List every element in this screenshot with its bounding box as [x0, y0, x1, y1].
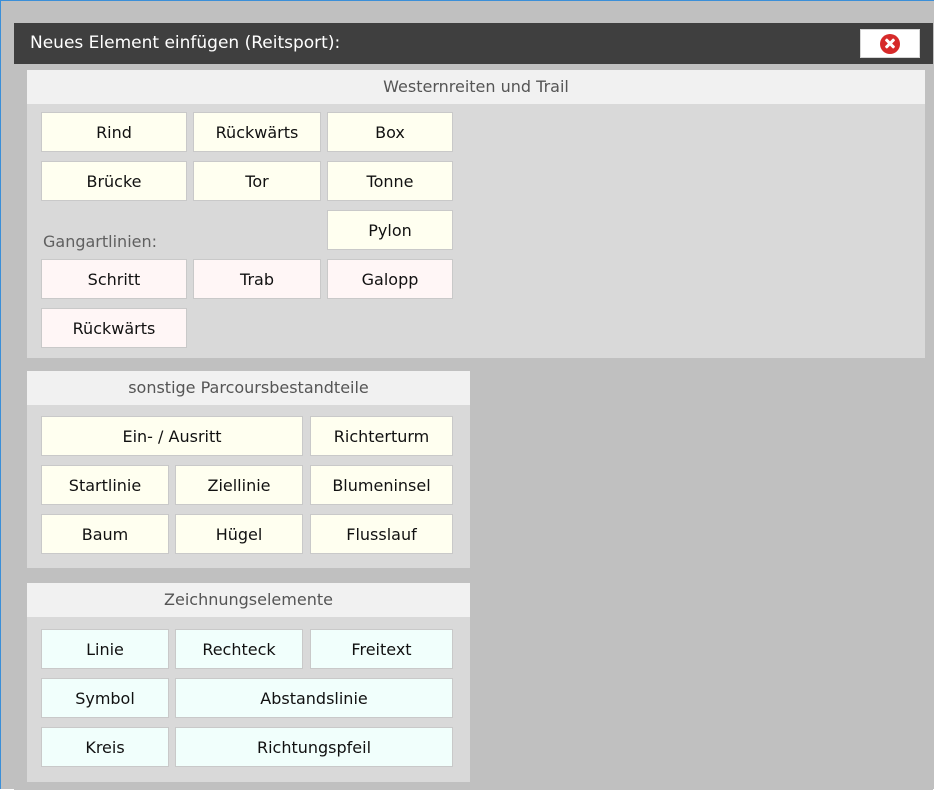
button-baum[interactable]: Baum	[41, 514, 169, 554]
gaits-label: Gangartlinien:	[43, 232, 158, 251]
close-button[interactable]	[860, 29, 920, 58]
button-huegel[interactable]: Hügel	[175, 514, 303, 554]
button-blumeninsel[interactable]: Blumeninsel	[310, 465, 453, 505]
button-trab[interactable]: Trab	[193, 259, 321, 299]
section-header-drawing: Zeichnungselemente	[27, 583, 470, 617]
dialog-content: Westernreiten und Trail Rind Rückwärts B…	[14, 64, 933, 790]
title-bar: Neues Element einfügen (Reitsport):	[14, 23, 933, 64]
button-richterturm[interactable]: Richterturm	[310, 416, 453, 456]
button-box[interactable]: Box	[327, 112, 453, 152]
button-freitext[interactable]: Freitext	[310, 629, 453, 669]
button-ein-ausritt[interactable]: Ein- / Ausritt	[41, 416, 303, 456]
button-abstandslinie[interactable]: Abstandslinie	[175, 678, 453, 718]
section-header-western: Westernreiten und Trail	[27, 70, 925, 104]
button-rueckwaerts[interactable]: Rückwärts	[193, 112, 321, 152]
button-flusslauf[interactable]: Flusslauf	[310, 514, 453, 554]
button-kreis[interactable]: Kreis	[41, 727, 169, 767]
button-bruecke[interactable]: Brücke	[41, 161, 187, 201]
button-linie[interactable]: Linie	[41, 629, 169, 669]
button-rechteck[interactable]: Rechteck	[175, 629, 303, 669]
button-richtungspfeil[interactable]: Richtungspfeil	[175, 727, 453, 767]
section-parcours: sonstige Parcoursbestandteile Ein- / Aus…	[27, 371, 470, 568]
button-schritt[interactable]: Schritt	[41, 259, 187, 299]
section-header-parcours: sonstige Parcoursbestandteile	[27, 371, 470, 405]
section-western-trail: Westernreiten und Trail Rind Rückwärts B…	[27, 70, 925, 358]
button-symbol[interactable]: Symbol	[41, 678, 169, 718]
section-drawing: Zeichnungselemente Linie Rechteck Freite…	[27, 583, 470, 782]
button-tonne[interactable]: Tonne	[327, 161, 453, 201]
button-startlinie[interactable]: Startlinie	[41, 465, 169, 505]
button-gait-rueckwaerts[interactable]: Rückwärts	[41, 308, 187, 348]
button-galopp[interactable]: Galopp	[327, 259, 453, 299]
dialog-title: Neues Element einfügen (Reitsport):	[30, 33, 341, 53]
button-rind[interactable]: Rind	[41, 112, 187, 152]
button-tor[interactable]: Tor	[193, 161, 321, 201]
dialog-window: Neues Element einfügen (Reitsport): West…	[0, 0, 934, 790]
close-icon	[880, 33, 900, 54]
button-ziellinie[interactable]: Ziellinie	[175, 465, 303, 505]
button-pylon[interactable]: Pylon	[327, 210, 453, 250]
